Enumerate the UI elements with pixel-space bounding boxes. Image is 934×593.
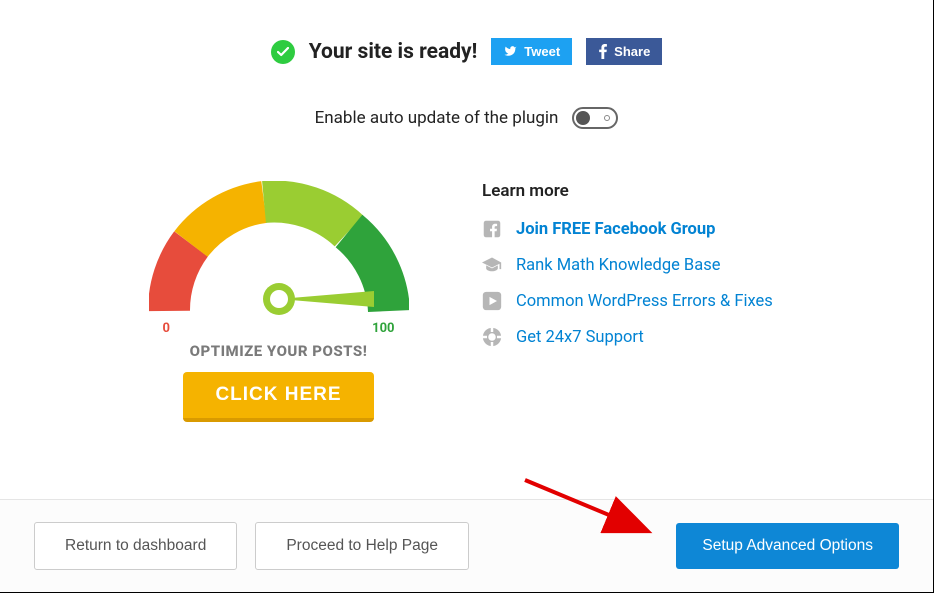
ready-heading: Your site is ready! [309,40,478,64]
link-label: Join FREE Facebook Group [516,220,715,239]
return-dashboard-button[interactable]: Return to dashboard [34,522,237,570]
check-icon [271,40,295,64]
share-label: Share [614,44,650,59]
toggle-knob [576,111,590,125]
link-item-support[interactable]: Get 24x7 Support [482,327,792,347]
setup-advanced-button[interactable]: Setup Advanced Options [676,523,899,569]
link-item-knowledge-base[interactable]: Rank Math Knowledge Base [482,255,792,275]
tweet-label: Tweet [524,44,560,59]
link-label: Common WordPress Errors & Fixes [516,292,773,311]
fb-share-button[interactable]: Share [586,38,662,65]
twitter-icon [503,45,518,58]
gauge-max-label: 100 [372,321,394,336]
auto-update-label: Enable auto update of the plugin [315,108,559,128]
tweet-button[interactable]: Tweet [491,38,572,65]
link-item-wp-errors[interactable]: Common WordPress Errors & Fixes [482,291,792,311]
click-here-button[interactable]: CLICK HERE [183,372,373,422]
footer: Return to dashboard Proceed to Help Page… [0,499,933,592]
learn-more-heading: Learn more [482,181,792,201]
learn-more-column: Learn more Join FREE Facebook Group Rank… [482,181,792,422]
facebook-icon [598,44,608,59]
graduation-cap-icon [482,255,502,275]
link-item-facebook-group[interactable]: Join FREE Facebook Group [482,219,792,239]
facebook-icon [482,219,502,239]
globe-icon [482,327,502,347]
toggle-indicator [604,115,610,121]
link-label: Get 24x7 Support [516,328,644,347]
auto-update-row: Enable auto update of the plugin [30,107,903,129]
play-icon [482,291,502,311]
proceed-help-button[interactable]: Proceed to Help Page [255,522,469,570]
link-label: Rank Math Knowledge Base [516,256,720,275]
header-row: Your site is ready! Tweet Share [30,38,903,65]
gauge-graphic: 0 100 [149,181,409,336]
auto-update-toggle[interactable] [572,107,618,129]
optimize-caption: OPTIMIZE YOUR POSTS! [141,342,416,360]
gauge-min-label: 0 [163,321,170,336]
gauge-column: 0 100 OPTIMIZE YOUR POSTS! CLICK HERE [141,181,416,422]
